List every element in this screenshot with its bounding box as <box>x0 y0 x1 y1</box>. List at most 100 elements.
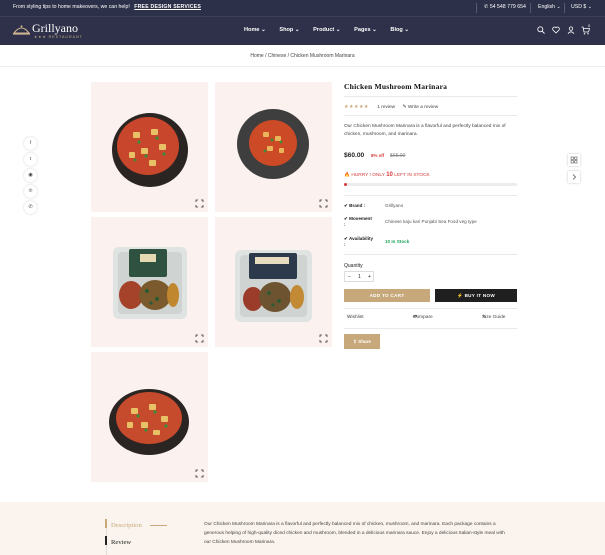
cloche-logo-icon <box>13 25 30 35</box>
chevron-right-icon[interactable] <box>568 171 580 183</box>
product-image-2[interactable] <box>215 82 332 212</box>
pencil-icon: ✎ <box>402 105 407 110</box>
add-to-cart-button[interactable]: ADD TO CART <box>344 289 430 302</box>
buy-now-button[interactable]: ⚡ BUY IT NOW <box>435 289 517 302</box>
plus-icon[interactable]: + <box>368 274 371 280</box>
promo-message: From styling tips to home makeovers, we … <box>13 4 130 10</box>
cart-count-badge: 0 <box>588 23 591 28</box>
stock-progress-bar <box>344 183 517 186</box>
tab-review[interactable]: Review <box>111 539 131 546</box>
twitter-icon[interactable]: t <box>24 153 37 166</box>
nav-item-shop[interactable]: Shop ⌄ <box>279 27 299 33</box>
expand-icon[interactable] <box>195 334 204 343</box>
nav-item-product[interactable]: Product ⌄ <box>313 27 340 33</box>
logo-name: Grillyano <box>32 21 78 35</box>
free-design-link[interactable]: FREE DESIGN SERVICES <box>134 4 201 10</box>
breadcrumb-category[interactable]: Chinese <box>268 53 286 59</box>
description-section: Description Review Our Chicken Mushroom … <box>0 502 605 555</box>
write-review-label: Write a review <box>407 105 439 110</box>
main-nav: Home ⌄ Shop ⌄ Product ⌄ Pages ⌄ Blog ⌄ <box>244 27 421 33</box>
quantity-value[interactable]: 1 <box>358 274 361 280</box>
tab-rail <box>105 519 107 555</box>
nav-label: Pages <box>354 27 371 33</box>
currency-label: USD $ <box>571 4 587 10</box>
minus-icon[interactable]: − <box>348 274 351 280</box>
review-count[interactable]: 1 review <box>377 105 395 110</box>
expand-icon[interactable] <box>319 334 328 343</box>
share-label: Share <box>358 339 371 344</box>
chevron-down-icon: ⌄ <box>556 4 561 10</box>
quantity-stepper[interactable]: − 1 + <box>344 271 374 282</box>
meta-value: 10 In Stock <box>385 239 410 244</box>
active-tab-line <box>150 525 167 526</box>
chevron-down-icon: ⌄ <box>587 4 593 10</box>
meta-label: ✔ Availability: <box>344 236 374 247</box>
reddit-icon[interactable]: ◉ <box>24 169 37 182</box>
rating-stars: ★★★★★ <box>344 104 369 110</box>
hurry-prefix: HURRY ! ONLY <box>351 173 385 178</box>
discount-badge: 8% off <box>371 153 385 158</box>
food-bowl-image <box>109 389 189 455</box>
food-package-image <box>113 247 187 319</box>
currency-selector[interactable]: USD $ ⌄ <box>571 4 592 10</box>
promo-text: From styling tips to home makeovers, we … <box>13 4 201 10</box>
food-bowl-image <box>112 113 188 187</box>
divider <box>344 115 517 116</box>
facebook-icon[interactable]: f <box>24 137 37 150</box>
divider <box>344 254 517 255</box>
search-icon[interactable] <box>537 26 545 36</box>
breadcrumb: Home / Chinese / Chicken Mushroom Marina… <box>0 45 605 67</box>
logo-subtitle-text: RESTAURANT <box>48 35 83 39</box>
breadcrumb-current: Chicken Mushroom Marinara <box>290 53 355 59</box>
grid-view-icon[interactable] <box>568 154 580 166</box>
write-review-link[interactable]: ✎ Write a review <box>402 105 438 110</box>
chevron-down-icon: ⌄ <box>372 27 377 33</box>
product-image-3[interactable] <box>91 217 208 347</box>
chevron-down-icon: ⌄ <box>294 27 300 33</box>
nav-label: Home <box>244 27 260 33</box>
language-selector[interactable]: English ⌄ <box>538 4 561 10</box>
breadcrumb-home[interactable]: Home <box>250 53 263 59</box>
social-share-sidebar: f t ◉ ℗ ✆ <box>24 137 37 217</box>
expand-icon[interactable] <box>195 469 204 478</box>
quantity-label: Quantity <box>344 263 363 269</box>
meta-label-text: Movement <box>349 216 372 221</box>
stock-urgency: 🔥 HURRY ! ONLY 10 LEFT IN STOCK <box>344 172 430 178</box>
tab-description[interactable]: Description <box>111 522 142 529</box>
nav-item-pages[interactable]: Pages ⌄ <box>354 27 377 33</box>
price-row: $60.00 8% off $65.00 <box>344 152 405 159</box>
nav-item-blog[interactable]: Blog ⌄ <box>390 27 409 33</box>
meta-label: ✔ Brand : <box>344 203 366 208</box>
main-header: Grillyano ★★★ RESTAURANT Home ⌄ Shop ⌄ P… <box>0 16 605 45</box>
divider <box>530 3 531 13</box>
chevron-down-icon: ⌄ <box>404 27 410 33</box>
heart-icon[interactable] <box>552 26 560 36</box>
pinterest-icon[interactable]: ℗ <box>24 185 37 198</box>
user-icon[interactable] <box>567 26 575 36</box>
tab-marker <box>105 536 107 545</box>
meta-label: ✔ Movement: <box>344 216 372 227</box>
nav-label: Product <box>313 27 335 33</box>
meta-value: Grillyano <box>385 203 404 208</box>
product-image-1[interactable] <box>91 82 208 212</box>
share-icon: ⇪ <box>353 339 357 344</box>
nav-label: Shop <box>279 27 294 33</box>
share-button[interactable]: ⇪ Share <box>344 334 380 349</box>
product-image-5[interactable] <box>91 352 208 482</box>
nav-item-home[interactable]: Home ⌄ <box>244 27 266 33</box>
product-info: Chicken Mushroom Marinara ★★★★★ 1 review… <box>344 82 517 349</box>
product-image-4[interactable] <box>215 217 332 347</box>
expand-icon[interactable] <box>195 199 204 208</box>
meta-label-text: Availability <box>348 236 374 241</box>
phone-contact[interactable]: ✆ 54 548 779 654 <box>484 4 526 10</box>
current-price: $60.00 <box>344 152 365 159</box>
phone-icon: ✆ <box>484 4 489 10</box>
language-label: English <box>538 4 556 10</box>
whatsapp-icon[interactable]: ✆ <box>24 201 37 214</box>
divider <box>344 328 517 329</box>
nav-label: Blog <box>390 27 403 33</box>
expand-icon[interactable] <box>319 199 328 208</box>
divider <box>344 96 517 97</box>
product-title: Chicken Mushroom Marinara <box>344 82 448 91</box>
site-logo[interactable]: Grillyano ★★★ RESTAURANT <box>13 21 85 43</box>
